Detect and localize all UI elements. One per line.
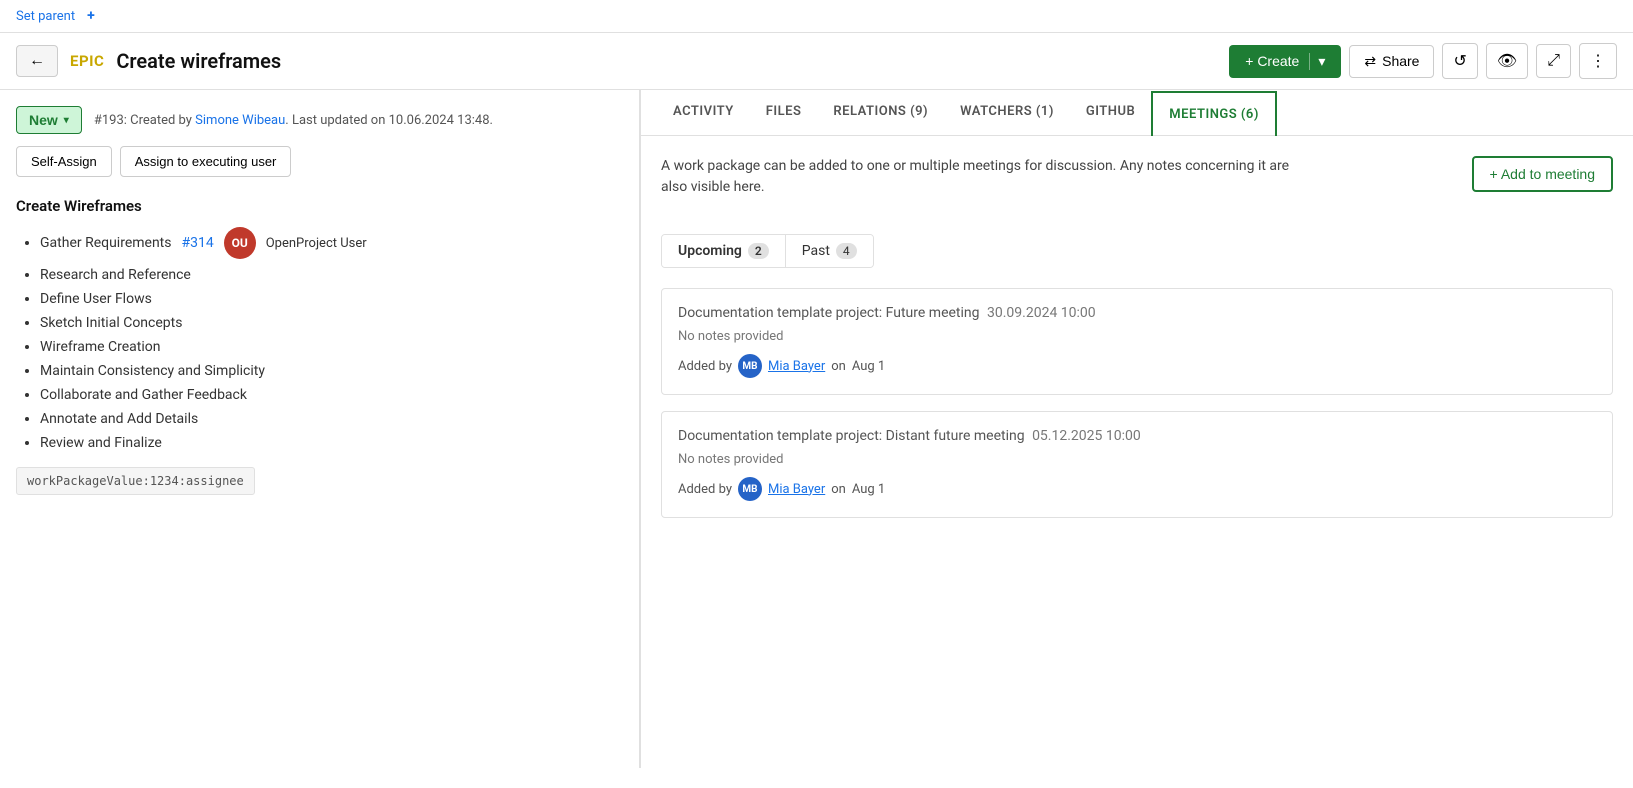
status-badge[interactable]: New ▾ [16,106,82,134]
action-buttons: Self-Assign Assign to executing user [16,146,623,177]
list-item: Gather Requirements #314 OU OpenProject … [40,227,623,259]
create-button[interactable]: + Create ▾ [1229,45,1341,78]
section-title: Create Wireframes [16,197,623,215]
status-dropdown-arrow: ▾ [64,115,69,126]
epic-badge: EPIC [70,52,104,70]
tab-activity[interactable]: ACTIVITY [657,90,750,135]
add-to-meeting-button[interactable]: + Add to meeting [1472,156,1613,192]
meta-text: #193: Created by Simone Wibeau. Last upd… [94,113,493,128]
sub-tab-past[interactable]: Past 4 [786,235,873,267]
tab-files[interactable]: FILES [750,90,818,135]
tab-watchers[interactable]: WATCHERS (1) [944,90,1070,135]
share-button[interactable]: ⇄ Share [1349,45,1434,78]
right-panel: ACTIVITY FILES RELATIONS (9) WATCHERS (1… [641,90,1633,768]
description-action-row: A work package can be added to one or mu… [661,156,1613,214]
page-title: Create wireframes [116,49,1217,73]
list-item: Wireframe Creation [40,339,623,355]
watch-button[interactable]: 👁 [1486,43,1528,79]
bullet-list: Gather Requirements #314 OU OpenProject … [16,227,623,451]
code-block: workPackageValue:1234:assignee [16,467,255,495]
meeting-title-2: Documentation template project: Distant … [678,428,1596,444]
gather-link[interactable]: #314 [182,235,214,251]
list-item: Define User Flows [40,291,623,307]
tabs-bar: ACTIVITY FILES RELATIONS (9) WATCHERS (1… [641,90,1633,136]
set-parent-link[interactable]: Set parent [16,9,75,24]
right-content: A work package can be added to one or mu… [641,136,1633,554]
sub-tabs: Upcoming 2 Past 4 [661,234,874,268]
header-actions: + Create ▾ ⇄ Share ↺ 👁 ⤢ ⋮ [1229,43,1617,79]
meeting-notes-2: No notes provided [678,452,1596,467]
watch-icon: 👁 [1497,51,1517,71]
user-link-1[interactable]: Mia Bayer [768,359,825,374]
past-label: Past [802,243,830,259]
list-item: Maintain Consistency and Simplicity [40,363,623,379]
history-button[interactable]: ↺ [1442,43,1477,79]
share-icon: ⇄ [1364,53,1376,70]
set-parent-icon: + [87,8,95,24]
user-link-2[interactable]: Mia Bayer [768,482,825,497]
create-dropdown-arrow[interactable]: ▾ [1309,53,1325,70]
tab-github[interactable]: GITHUB [1070,90,1151,135]
back-button[interactable]: ← [16,45,58,77]
list-item: Sketch Initial Concepts [40,315,623,331]
list-item: Collaborate and Gather Feedback [40,387,623,403]
meeting-card-2: Documentation template project: Distant … [661,411,1613,518]
meeting-notes-1: No notes provided [678,329,1596,344]
gather-text: Gather Requirements [40,235,172,251]
meeting-added-by-1: Added by MB Mia Bayer on Aug 1 [678,354,1596,378]
tab-relations[interactable]: RELATIONS (9) [817,90,944,135]
header-bar: ← EPIC Create wireframes + Create ▾ ⇄ Sh… [0,33,1633,90]
more-button[interactable]: ⋮ [1579,43,1617,79]
description-text: A work package can be added to one or mu… [661,156,1301,198]
tab-meetings[interactable]: MEETINGS (6) [1151,91,1277,136]
meeting-card-1: Documentation template project: Future m… [661,288,1613,395]
expand-icon: ⤢ [1547,52,1560,70]
list-item: Research and Reference [40,267,623,283]
author-link[interactable]: Simone Wibeau [195,113,285,128]
meeting-added-by-2: Added by MB Mia Bayer on Aug 1 [678,477,1596,501]
avatar-mb-1: MB [738,354,762,378]
create-label: + Create [1245,53,1299,69]
user-name: OpenProject User [266,236,367,251]
main-layout: New ▾ #193: Created by Simone Wibeau. La… [0,90,1633,768]
left-panel: New ▾ #193: Created by Simone Wibeau. La… [0,90,640,768]
self-assign-button[interactable]: Self-Assign [16,146,112,177]
upcoming-label: Upcoming [678,243,742,259]
share-label: Share [1382,53,1419,69]
status-label: New [29,112,58,128]
list-item: Review and Finalize [40,435,623,451]
past-count: 4 [836,243,857,259]
avatar-mb-2: MB [738,477,762,501]
list-item: Annotate and Add Details [40,411,623,427]
assign-to-user-button[interactable]: Assign to executing user [120,146,292,177]
upcoming-count: 2 [748,243,769,259]
status-row: New ▾ #193: Created by Simone Wibeau. La… [16,106,623,134]
top-bar: Set parent + [0,0,1633,33]
meeting-title-1: Documentation template project: Future m… [678,305,1596,321]
sub-tab-upcoming[interactable]: Upcoming 2 [662,235,786,267]
expand-button[interactable]: ⤢ [1536,44,1571,78]
avatar: OU [224,227,256,259]
